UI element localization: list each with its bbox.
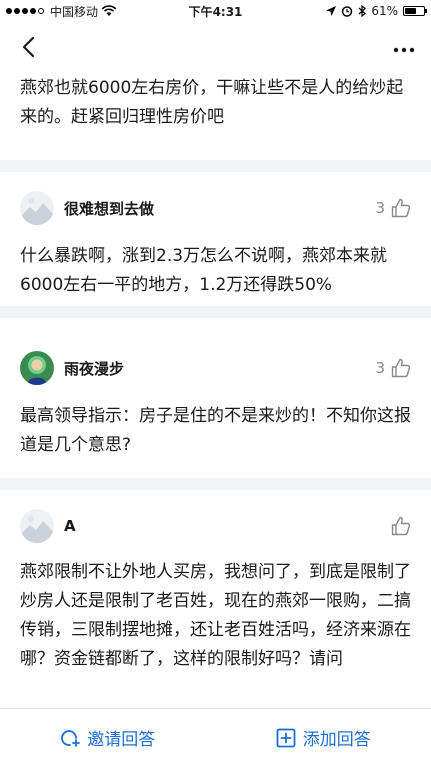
answer-header: A (20, 506, 411, 546)
battery-fill (405, 8, 416, 14)
wifi-icon (101, 5, 117, 16)
answer-text: 燕郊限制不让外地人买房，我想问了，到底是限制了炒房人还是限制了老百姓，现在的燕郊… (20, 562, 411, 669)
vote-count: 3 (375, 199, 385, 217)
nav-bar (0, 22, 431, 72)
bottom-action-bar: 邀请回答 添加回答 (0, 708, 431, 766)
avatar[interactable] (20, 351, 54, 385)
avatar[interactable] (20, 191, 54, 225)
thumb-up-icon (391, 516, 411, 536)
bluetooth-icon (358, 5, 367, 17)
chevron-left-icon (22, 36, 35, 58)
answer-text: 最高领导指示：房子是住的不是来炒的！不知你这报道是几个意思? (20, 406, 411, 455)
more-icon (393, 47, 415, 53)
thumb-up-icon (391, 198, 411, 218)
signal-icon (6, 8, 44, 14)
avatar-person-icon (20, 351, 54, 385)
answer-card-partial[interactable]: 燕郊也就6000左右房价，干嘛让些不是人的给炒起来的。赶紧回归理性房价吧 (0, 72, 431, 160)
back-button[interactable] (16, 35, 40, 59)
add-answer-label: 添加回答 (302, 730, 371, 750)
author-name[interactable]: 雨夜漫步 (64, 358, 124, 379)
upvote-button[interactable] (385, 516, 411, 536)
answer-header: 雨夜漫步 3 (20, 348, 411, 388)
status-right: 61% (326, 4, 427, 18)
status-bar: 中国移动 下午4:31 61% (0, 0, 431, 22)
upvote-button[interactable]: 3 (375, 358, 411, 378)
vote-count: 3 (375, 359, 385, 377)
thumb-up-icon (391, 358, 411, 378)
battery-icon (403, 6, 427, 16)
status-left: 中国移动 (6, 3, 117, 20)
answer-card[interactable]: 雨夜漫步 3 最高领导指示：房子是住的不是来炒的！不知你这报道是几个意思? (0, 318, 431, 478)
battery-percent: 61% (371, 4, 398, 18)
avatar[interactable] (20, 509, 54, 543)
answer-text: 什么暴跌啊，涨到2.3万怎么不说啊，燕郊本来就6000左右一平的地方，1.2万还… (20, 246, 388, 295)
author-name[interactable]: A (64, 517, 76, 535)
answer-header: 很难想到去做 3 (20, 188, 411, 228)
answer-card[interactable]: 很难想到去做 3 什么暴跌啊，涨到2.3万怎么不说啊，燕郊本来就6000左右一平… (0, 172, 431, 306)
answer-card[interactable]: A 燕郊限制不让外地人买房，我想问了，到底是限制了炒房人还是限制了老百姓，现在的… (0, 490, 431, 708)
avatar-landscape-icon (20, 191, 54, 225)
location-icon (326, 6, 337, 16)
add-answer-button[interactable]: 添加回答 (216, 709, 431, 766)
avatar-landscape-icon (20, 509, 54, 543)
add-answer-icon (276, 728, 296, 747)
upvote-button[interactable]: 3 (375, 198, 411, 218)
carrier-label: 中国移动 (50, 4, 99, 19)
invite-answer-label: 邀请回答 (87, 730, 156, 750)
answer-text: 燕郊也就6000左右房价，干嘛让些不是人的给炒起来的。赶紧回归理性房价吧 (20, 78, 404, 127)
alarm-icon (342, 6, 353, 17)
more-button[interactable] (393, 36, 415, 58)
invite-icon (61, 729, 81, 747)
author-name[interactable]: 很难想到去做 (64, 198, 154, 219)
invite-answer-button[interactable]: 邀请回答 (0, 709, 216, 766)
